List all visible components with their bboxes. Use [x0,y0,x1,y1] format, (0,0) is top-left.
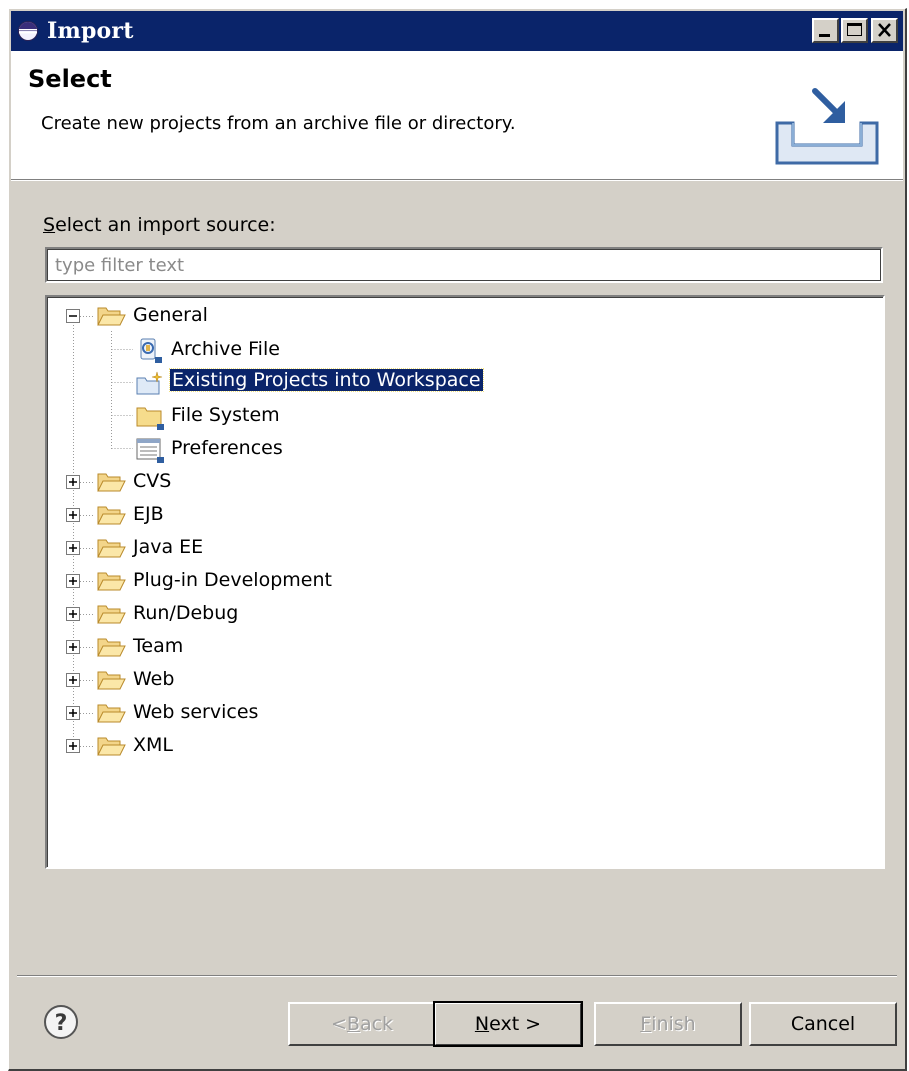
tree-label: CVS [133,470,172,492]
existing-projects-icon [136,371,163,395]
header-separator [11,179,903,181]
expand-icon[interactable] [66,508,81,523]
folder-open-icon [97,638,126,657]
archive-file-icon [140,338,162,363]
folder-open-icon [97,572,126,591]
tree-label: Plug-in Development [133,569,332,591]
tree-node-archive-file[interactable]: Archive File [135,335,435,365]
next-button[interactable]: Next > [433,1001,583,1047]
folder-open-icon [97,506,126,525]
tree-label: Java EE [133,536,204,558]
folder-open-icon [97,671,126,690]
folder-icon [136,407,164,430]
mnemonic: B [346,1013,360,1035]
page-description: Create new projects from an archive file… [41,113,516,134]
help-icon[interactable]: ? [43,1004,79,1040]
title-bar[interactable]: Import [11,11,903,51]
page-title: Select [28,65,112,93]
expand-icon[interactable] [66,640,81,655]
tree-label: Team [133,635,184,657]
tree-node-cvs[interactable]: CVS [66,467,366,497]
button-label: ack [359,1013,394,1035]
button-label: Cancel [790,1013,856,1035]
tree-node-web-services[interactable]: Web services [66,698,366,728]
svg-text:?: ? [55,1011,68,1036]
import-wizard-icon [775,88,879,165]
button-label: < [330,1013,347,1035]
mnemonic: F [640,1013,652,1035]
expand-icon[interactable] [66,475,81,490]
maximize-icon [847,23,862,36]
button-label: ext > [489,1013,542,1035]
tree-node-file-system[interactable]: File System [135,401,435,431]
tree-label-selected: Existing Projects into Workspace [169,368,484,392]
tree-node-general[interactable]: General [66,301,266,331]
mnemonic: N [474,1013,490,1035]
expand-icon[interactable] [66,739,81,754]
folder-open-icon [97,737,126,756]
import-dialog: Import Select Create new projects from a… [8,8,907,1071]
tree-label: Archive File [171,338,280,360]
import-source-label: Select an import source: [43,214,276,236]
tree-label: File System [171,404,280,426]
close-button[interactable] [871,18,898,43]
tree-node-ejb[interactable]: EJB [66,500,366,530]
folder-open-icon [97,605,126,624]
tree-node-run-debug[interactable]: Run/Debug [66,599,366,629]
finish-button[interactable]: Finish [594,1002,742,1046]
filter-input[interactable] [45,247,883,283]
eclipse-icon [18,21,38,41]
tree-node-java-ee[interactable]: Java EE [66,533,366,563]
cancel-button[interactable]: Cancel [749,1002,897,1046]
tree-label: Preferences [171,437,283,459]
expand-icon[interactable] [66,673,81,688]
collapse-icon[interactable] [66,309,81,324]
folder-open-icon [97,704,126,723]
tree-node-team[interactable]: Team [66,632,366,662]
mnemonic: S [43,214,56,236]
label-text: elect an import source: [55,214,276,236]
tree-node-xml[interactable]: XML [66,731,366,761]
folder-open-icon [97,473,126,492]
expand-icon[interactable] [66,706,81,721]
minimize-icon [819,34,830,37]
window-title: Import [47,18,134,44]
tree-node-plugin-development[interactable]: Plug-in Development [66,566,386,596]
button-label: inish [651,1013,696,1035]
wizard-header: Select Create new projects from an archi… [11,51,903,179]
maximize-button[interactable] [841,18,868,43]
expand-icon[interactable] [66,541,81,556]
tree-node-existing-projects[interactable]: Existing Projects into Workspace [135,368,515,398]
expand-icon[interactable] [66,607,81,622]
preferences-icon [136,438,164,463]
tree-label: General [133,304,208,326]
tree-node-web[interactable]: Web [66,665,366,695]
close-icon [878,23,891,37]
tree-label: Run/Debug [133,602,239,624]
minimize-button[interactable] [812,18,839,43]
tree-label: Web services [133,701,259,723]
import-source-tree[interactable]: General Archive File Existing Projects i… [45,295,885,869]
tree-label: Web [133,668,175,690]
tree-node-preferences[interactable]: Preferences [135,434,435,464]
tree-label: EJB [133,503,164,525]
expand-icon[interactable] [66,574,81,589]
back-button[interactable]: < Back [288,1002,436,1046]
folder-open-icon [97,307,126,326]
folder-open-icon [97,539,126,558]
footer-separator [17,975,897,977]
tree-label: XML [133,734,173,756]
